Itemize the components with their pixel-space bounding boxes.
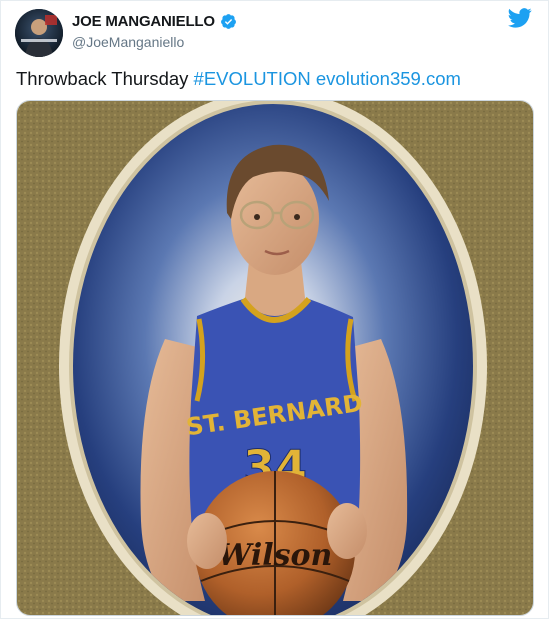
tweet-card: JOE MANGANIELLO @JoeManganiello Throwbac… [0, 0, 549, 619]
twitter-bird-icon[interactable] [508, 7, 532, 34]
display-name[interactable]: JOE MANGANIELLO [72, 13, 215, 30]
tweet-text: Throwback Thursday #EVOLUTION evolution3… [16, 67, 461, 91]
url-link[interactable]: evolution359.com [316, 68, 461, 89]
hashtag-link[interactable]: #EVOLUTION [194, 68, 311, 89]
author-handle[interactable]: @JoeManganiello [72, 34, 184, 50]
author-name-row[interactable]: JOE MANGANIELLO [72, 13, 237, 30]
ball-brand-text: Wilson [218, 538, 333, 573]
verified-badge-icon [220, 13, 237, 30]
tweet-body-text: Throwback Thursday [16, 68, 189, 89]
tweet-photo[interactable]: ST. BERNARD 34 Wilson [16, 100, 534, 616]
avatar[interactable] [15, 9, 63, 57]
